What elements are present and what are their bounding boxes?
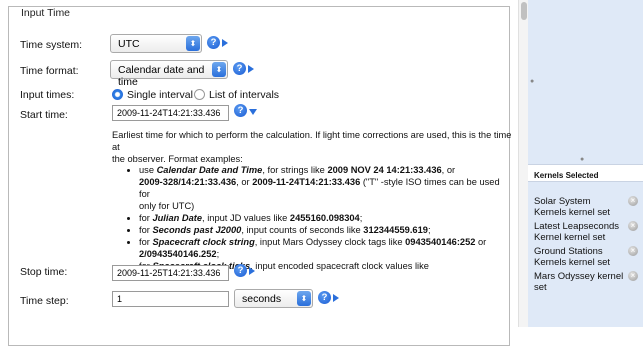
list-of-intervals-label[interactable]: List of intervals [209, 89, 279, 101]
resize-grip-icon[interactable]: ● [530, 78, 534, 85]
select-arrow-icon: ⬍ [297, 291, 311, 306]
remove-icon[interactable]: × [628, 221, 638, 231]
input-times-label: Input times: [20, 89, 75, 101]
expand-arrow-icon[interactable] [222, 38, 228, 47]
remove-icon[interactable]: × [628, 246, 638, 256]
scrollbar-thumb[interactable] [521, 2, 527, 20]
kernel-item-label: Mars Odyssey kernel set [534, 271, 624, 293]
vertical-scrollbar[interactable] [518, 0, 528, 327]
help-icon[interactable]: ? [234, 104, 247, 117]
stop-time-input[interactable] [112, 265, 229, 281]
single-interval-label[interactable]: Single interval [127, 89, 193, 101]
time-system-label: Time system: [20, 39, 83, 51]
list-item: for Spacecraft clock string, input Mars … [139, 236, 507, 260]
time-step-unit-select[interactable]: seconds ⬍ [234, 289, 313, 308]
select-arrow-icon: ⬍ [186, 36, 200, 51]
list-of-intervals-radio[interactable] [194, 89, 205, 100]
input-time-panel: Input Time Time system: UTC ⬍ ? Time for… [0, 0, 516, 346]
resize-grip-icon[interactable]: ● [580, 156, 584, 163]
time-format-label: Time format: [20, 65, 79, 77]
start-time-description: Earliest time for which to perform the c… [112, 130, 512, 164]
stop-time-label: Stop time: [20, 266, 68, 278]
single-interval-radio[interactable] [112, 89, 123, 100]
select-arrow-icon: ⬍ [212, 62, 226, 77]
time-system-select[interactable]: UTC ⬍ [110, 34, 202, 53]
side-panel-top: ● [528, 0, 643, 160]
time-system-value: UTC [118, 38, 140, 50]
collapse-arrow-icon[interactable] [249, 109, 257, 115]
list-item: for Julian Date, input JD values like 24… [139, 212, 507, 224]
remove-icon[interactable]: × [628, 271, 638, 281]
list-item: use Calendar Date and Time, for strings … [139, 164, 507, 212]
help-icon[interactable]: ? [233, 62, 246, 75]
kernel-item-label: Solar System Kernels kernel set [534, 196, 611, 218]
time-format-select[interactable]: Calendar date and time ⬍ [110, 60, 228, 88]
help-icon[interactable]: ? [318, 291, 331, 304]
input-time-legend: Input Time [19, 7, 73, 19]
start-time-input[interactable] [112, 105, 229, 121]
time-step-input[interactable] [112, 291, 229, 307]
side-panel: ● ● Kernels Selected Solar System Kernel… [528, 0, 643, 327]
time-step-unit-value: seconds [242, 293, 282, 305]
remove-icon[interactable]: × [628, 196, 638, 206]
kernels-selected-panel: ● Kernels Selected Solar System Kernels … [528, 156, 643, 327]
expand-arrow-icon[interactable] [249, 266, 255, 275]
expand-arrow-icon[interactable] [248, 64, 254, 73]
help-icon[interactable]: ? [207, 36, 220, 49]
start-time-label: Start time: [20, 109, 68, 121]
help-icon[interactable]: ? [234, 264, 247, 277]
kernels-selected-header: Kernels Selected [528, 164, 643, 182]
expand-arrow-icon[interactable] [333, 293, 339, 302]
kernel-item-label: Latest Leapseconds Kernel kernel set [534, 221, 620, 243]
kernel-item-label: Ground Stations Kernels kernel set [534, 246, 611, 268]
list-item: for Seconds past J2000, input counts of … [139, 224, 507, 236]
time-step-label: Time step: [20, 295, 69, 307]
